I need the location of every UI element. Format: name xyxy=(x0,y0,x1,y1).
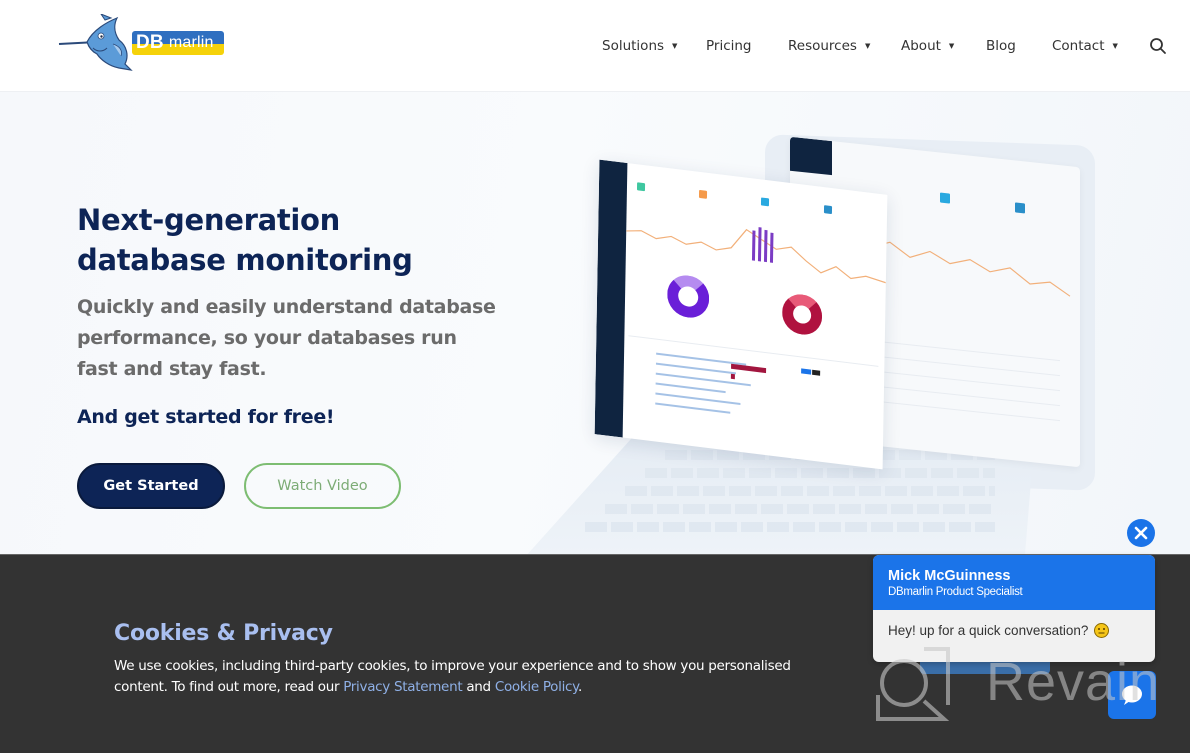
nav-item-resources[interactable]: Resources ▼ xyxy=(788,36,870,56)
nav-item-contact[interactable]: Contact ▼ xyxy=(1052,36,1118,56)
cookie-title: Cookies & Privacy xyxy=(114,621,333,646)
search-icon[interactable] xyxy=(1149,37,1167,55)
nav-label: Blog xyxy=(986,38,1016,54)
main-nav: Solutions ▼ Pricing Resources ▼ About ▼ … xyxy=(0,36,1190,56)
chat-launcher-button[interactable] xyxy=(1108,671,1156,719)
hero-title: Next-generation database monitoring xyxy=(77,200,497,280)
chat-close-button[interactable] xyxy=(1127,519,1155,547)
hero-title-line2: database monitoring xyxy=(77,243,413,277)
close-icon xyxy=(1134,526,1148,540)
dashboard-screen-front xyxy=(594,159,888,470)
get-started-button[interactable]: Get Started xyxy=(77,463,225,509)
caret-down-icon: ▼ xyxy=(948,42,955,50)
nav-item-blog[interactable]: Blog xyxy=(986,36,1016,56)
chat-message: Hey! up for a quick conversation? xyxy=(888,623,1110,638)
caret-down-icon: ▼ xyxy=(1112,42,1118,50)
cookie-text-middle: and xyxy=(462,679,495,695)
chat-popup[interactable]: Mick McGuinness DBmarlin Product Special… xyxy=(873,555,1155,662)
chat-agent-name: Mick McGuinness xyxy=(888,568,1011,584)
hero-section: Next-generation database monitoring Quic… xyxy=(0,92,1190,557)
hero-cta-text: And get started for free! xyxy=(77,406,335,428)
hero-subtitle: Quickly and easily understand database p… xyxy=(77,296,496,380)
watch-video-button[interactable]: Watch Video xyxy=(244,463,401,509)
nav-label: Resources xyxy=(788,38,857,54)
laptop-dashboard-image xyxy=(515,132,1115,557)
smiley-emoji-icon xyxy=(1094,623,1110,638)
hero-title-line1: Next-generation xyxy=(77,203,341,237)
site-header: DB marlin Solutions ▼ Pricing Resources … xyxy=(0,0,1190,92)
page: DB marlin Solutions ▼ Pricing Resources … xyxy=(0,0,1190,753)
nav-label: Solutions xyxy=(602,38,665,54)
nav-item-solutions[interactable]: Solutions ▼ xyxy=(602,36,677,56)
chat-agent-role: DBmarlin Product Specialist xyxy=(888,586,1023,598)
nav-item-pricing[interactable]: Pricing xyxy=(706,36,752,56)
nav-label: Pricing xyxy=(706,38,752,54)
nav-label: Contact xyxy=(1052,38,1105,54)
chat-message-text: Hey! up for a quick conversation? xyxy=(888,623,1089,638)
cookie-policy-link[interactable]: Cookie Policy xyxy=(495,679,578,695)
chat-bubble-icon xyxy=(1122,685,1142,705)
privacy-statement-link[interactable]: Privacy Statement xyxy=(343,679,462,695)
caret-down-icon: ▼ xyxy=(864,42,871,50)
caret-down-icon: ▼ xyxy=(672,42,678,50)
cookie-text-after: . xyxy=(577,679,582,695)
chat-header: Mick McGuinness DBmarlin Product Special… xyxy=(873,555,1155,610)
nav-item-about[interactable]: About ▼ xyxy=(901,36,954,56)
chat-card-shadow xyxy=(920,662,1050,674)
nav-label: About xyxy=(901,38,941,54)
cookie-text: We use cookies, including third-party co… xyxy=(114,656,834,698)
